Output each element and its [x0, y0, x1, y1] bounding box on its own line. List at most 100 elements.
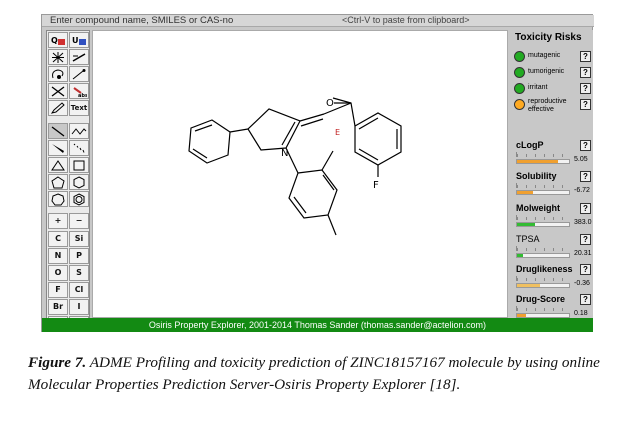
charge-plus-button[interactable]: +: [48, 213, 68, 229]
figure-caption: Figure 7. ADME Profiling and toxicity pr…: [28, 352, 618, 395]
stereo-bond-icon[interactable]: [48, 140, 68, 156]
hexagon-ring-icon[interactable]: [69, 174, 89, 190]
drawing-toolbar: Q U abs Text + − C Si N P O S F Cl Br I: [46, 30, 90, 330]
help-button[interactable]: ?: [580, 171, 591, 182]
molecule-bonds: [188, 97, 402, 236]
svg-text:U: U: [72, 36, 79, 45]
property-bar-fill: [517, 254, 523, 257]
hashed-bond-icon[interactable]: [69, 140, 89, 156]
stereo-e-label: E: [335, 128, 340, 137]
nitrogen-label: N: [281, 148, 288, 159]
property-molweight: Molweight ? 383.0: [514, 203, 594, 233]
atom-si-button[interactable]: Si: [69, 231, 89, 247]
pencil-icon[interactable]: [48, 100, 68, 116]
property-name: TPSA: [516, 234, 540, 244]
help-button[interactable]: ?: [580, 99, 591, 110]
atom-br-button[interactable]: Br: [48, 299, 68, 315]
clear-molecule-icon[interactable]: U: [69, 32, 89, 48]
new-molecule-icon[interactable]: Q: [48, 32, 68, 48]
atom-cl-button[interactable]: Cl: [69, 282, 89, 298]
help-button[interactable]: ?: [580, 140, 591, 151]
risk-mutagenic: mutagenic ?: [514, 50, 592, 64]
atom-n-button[interactable]: N: [48, 248, 68, 264]
atom-label: C: [55, 234, 61, 243]
property-value: 5.05: [574, 156, 588, 163]
cleanup-icon[interactable]: [48, 49, 68, 65]
status-indicator: [514, 99, 525, 110]
charge-minus-label: −: [75, 216, 83, 225]
compound-search-input[interactable]: [50, 15, 240, 26]
svg-text:Q: Q: [51, 36, 58, 45]
charge-minus-button[interactable]: −: [69, 213, 89, 229]
atom-label: Cl: [74, 285, 84, 294]
property-tpsa: TPSA ? 20.31: [514, 234, 594, 264]
atom-p-button[interactable]: P: [69, 248, 89, 264]
molecule-canvas[interactable]: O F E N: [92, 30, 508, 318]
toxicity-panel: Toxicity Risks mutagenic ? tumorigenic ?…: [511, 30, 593, 319]
property-bar: [516, 159, 570, 164]
input-row: <Ctrl-V to paste from clipboard>: [42, 15, 594, 27]
lasso-select-icon[interactable]: [48, 66, 68, 82]
footer-credit: Osiris Property Explorer, 2001-2014 Thom…: [42, 318, 593, 332]
triangle-ring-icon[interactable]: [48, 157, 68, 173]
atom-i-button[interactable]: I: [69, 299, 89, 315]
property-scale: [516, 246, 570, 251]
chain-icon[interactable]: [69, 123, 89, 139]
property-value: 383.0: [574, 219, 592, 226]
pentagon-ring-icon[interactable]: [48, 174, 68, 190]
square-ring-icon[interactable]: [69, 157, 89, 173]
abs-stereo-icon[interactable]: abs: [69, 83, 89, 99]
atom-c-button[interactable]: C: [48, 231, 68, 247]
osiris-window: <Ctrl-V to paste from clipboard> Q U abs: [41, 14, 594, 332]
delete-icon[interactable]: [48, 83, 68, 99]
atom-label: Si: [74, 234, 84, 243]
figure-label: Figure 7.: [28, 354, 87, 371]
property-scale: [516, 215, 570, 220]
property-bar-fill: [517, 314, 526, 317]
help-button[interactable]: ?: [580, 203, 591, 214]
flip-icon[interactable]: [69, 49, 89, 65]
help-button[interactable]: ?: [580, 264, 591, 275]
property-druglikeness: Druglikeness ? -0.36: [514, 264, 594, 294]
status-indicator: [514, 83, 525, 94]
atom-label: F: [55, 285, 61, 294]
property-bar-fill: [517, 284, 540, 287]
single-bond-icon[interactable]: [48, 123, 68, 139]
property-bar: [516, 253, 570, 258]
risk-irritant: irritant ?: [514, 82, 592, 96]
help-button[interactable]: ?: [580, 67, 591, 78]
property-name: cLogP: [516, 140, 544, 150]
property-scale: [516, 183, 570, 188]
property-scale: [516, 152, 570, 157]
atom-label: N: [54, 251, 62, 260]
risk-tumorigenic: tumorigenic ?: [514, 66, 592, 80]
help-button[interactable]: ?: [580, 294, 591, 305]
property-name: Druglikeness: [516, 264, 573, 274]
risk-label: tumorigenic: [528, 68, 565, 75]
atom-label: P: [76, 251, 82, 260]
molecule-structure: O F E N: [188, 97, 402, 236]
property-bar-fill: [517, 223, 535, 226]
text-tool-button[interactable]: Text: [69, 100, 89, 116]
atom-s-button[interactable]: S: [69, 265, 89, 281]
svg-text:abs: abs: [78, 93, 87, 98]
property-solubility: Solubility ? -6.72: [514, 171, 594, 201]
property-clogp: cLogP ? 5.05: [514, 140, 594, 170]
atom-f-button[interactable]: F: [48, 282, 68, 298]
property-name: Solubility: [516, 171, 557, 181]
property-bar-fill: [517, 160, 558, 163]
benzene-ring-icon[interactable]: [69, 191, 89, 207]
heptagon-ring-icon[interactable]: [48, 191, 68, 207]
help-button[interactable]: ?: [580, 83, 591, 94]
oxygen-label: O: [326, 98, 334, 109]
atom-o-button[interactable]: O: [48, 265, 68, 281]
atom-label: I: [77, 302, 81, 311]
property-value: 0.18: [574, 310, 588, 317]
zoom-icon[interactable]: [69, 66, 89, 82]
help-button[interactable]: ?: [580, 51, 591, 62]
help-button[interactable]: ?: [580, 234, 591, 245]
property-bar: [516, 222, 570, 227]
property-value: 20.31: [574, 250, 592, 257]
risk-reproductive: reproductive effective ?: [514, 98, 592, 118]
status-indicator: [514, 51, 525, 62]
